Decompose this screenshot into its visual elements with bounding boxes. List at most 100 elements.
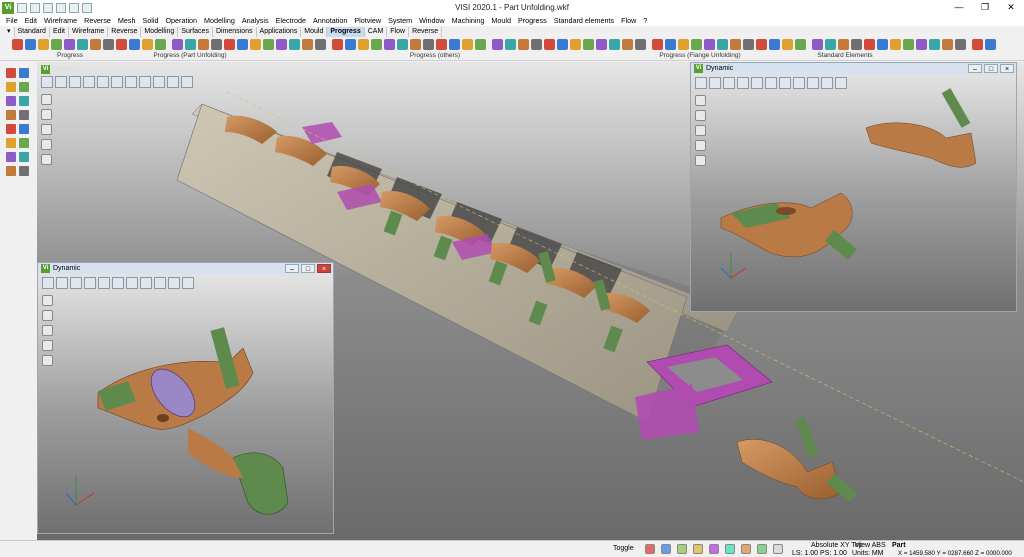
toolbar-tool-icon[interactable] [903, 39, 914, 50]
view-abs[interactable]: View ABS [855, 542, 886, 549]
toolbar-tool-icon[interactable] [795, 39, 806, 50]
toolbar-tool-icon[interactable] [890, 39, 901, 50]
toolbar-tool-icon[interactable] [717, 39, 728, 50]
toolbar-tool-icon[interactable] [665, 39, 676, 50]
tab-dropdown-icon[interactable]: ▾ [4, 26, 15, 37]
toolbar-tool-icon[interactable] [172, 39, 183, 50]
menu-help[interactable]: ? [643, 16, 647, 25]
tab-reverse-2[interactable]: Reverse [409, 26, 443, 37]
toolbar-tool-icon[interactable] [678, 39, 689, 50]
left-tool-icon[interactable] [6, 68, 16, 78]
left-tool-icon[interactable] [6, 124, 16, 134]
menu-wireframe[interactable]: Wireframe [44, 16, 77, 25]
toolbar-tool-icon[interactable] [544, 39, 555, 50]
toolbar-tool-icon[interactable] [142, 39, 153, 50]
toolbar-tool-icon[interactable] [877, 39, 888, 50]
menu-edit[interactable]: Edit [25, 16, 37, 25]
toolbar-tool-icon[interactable] [302, 39, 313, 50]
ortho-icon[interactable] [677, 544, 687, 554]
grid-icon[interactable] [661, 544, 671, 554]
tab-surfaces[interactable]: Surfaces [178, 26, 213, 37]
toolbar-tool-icon[interactable] [557, 39, 568, 50]
toolbar-tool-icon[interactable] [358, 39, 369, 50]
menu-annotation[interactable]: Annotation [313, 16, 347, 25]
layer-2-icon[interactable] [41, 109, 52, 120]
toolbar-tool-icon[interactable] [64, 39, 75, 50]
toolbar-tool-icon[interactable] [756, 39, 767, 50]
left-tool-icon[interactable] [6, 96, 16, 106]
view-cube-icon[interactable] [97, 76, 109, 88]
left-tool-icon[interactable] [6, 82, 16, 92]
toolbar-tool-icon[interactable] [596, 39, 607, 50]
tab-wireframe[interactable]: Wireframe [69, 26, 109, 37]
toolbar-tool-icon[interactable] [972, 39, 983, 50]
menu-modelling[interactable]: Modelling [204, 16, 235, 25]
tab-dimensions[interactable]: Dimensions [213, 26, 257, 37]
toolbar-tool-icon[interactable] [90, 39, 101, 50]
toolbar-tool-icon[interactable] [51, 39, 62, 50]
tab-applications[interactable]: Applications [257, 26, 302, 37]
left-tool-icon[interactable] [19, 110, 29, 120]
toolbar-tool-icon[interactable] [838, 39, 849, 50]
toolbar-tool-icon[interactable] [315, 39, 326, 50]
toolbar-tool-icon[interactable] [929, 39, 940, 50]
menu-solid[interactable]: Solid [142, 16, 158, 25]
toolbar-tool-icon[interactable] [129, 39, 140, 50]
view-cube-6-icon[interactable] [167, 76, 179, 88]
maximize-button[interactable]: ❐ [972, 0, 998, 15]
layer-4-icon[interactable] [41, 139, 52, 150]
menu-standard-elements[interactable]: Standard elements [554, 16, 614, 25]
left-tool-icon[interactable] [19, 82, 29, 92]
toolbar-tool-icon[interactable] [185, 39, 196, 50]
view-iso-icon[interactable] [181, 76, 193, 88]
toolbar-tool-icon[interactable] [769, 39, 780, 50]
left-tool-icon[interactable] [6, 110, 16, 120]
left-tool-icon[interactable] [19, 166, 29, 176]
toolbar-tool-icon[interactable] [332, 39, 343, 50]
floating-view-right[interactable]: Vi Dynamic – □ × [690, 62, 1017, 312]
menu-mould[interactable]: Mould [491, 16, 511, 25]
menu-operation[interactable]: Operation [165, 16, 197, 25]
toolbar-tool-icon[interactable] [955, 39, 966, 50]
left-tool-icon[interactable] [6, 166, 16, 176]
layer-filter-icon[interactable] [725, 544, 735, 554]
toolbar-tool-icon[interactable] [583, 39, 594, 50]
tab-mould[interactable]: Mould [301, 26, 328, 37]
toolbar-tool-icon[interactable] [276, 39, 287, 50]
menu-flow[interactable]: Flow [621, 16, 636, 25]
toolbar-tool-icon[interactable] [864, 39, 875, 50]
menu-electrode[interactable]: Electrode [276, 16, 306, 25]
toolbar-tool-icon[interactable] [237, 39, 248, 50]
toolbar-tool-icon[interactable] [38, 39, 49, 50]
toolbar-tool-icon[interactable] [609, 39, 620, 50]
toggle-button[interactable]: Toggle [613, 545, 634, 552]
toolbar-tool-icon[interactable] [462, 39, 473, 50]
toolbar-tool-icon[interactable] [635, 39, 646, 50]
minimize-button[interactable]: — [946, 0, 972, 15]
toolbar-tool-icon[interactable] [652, 39, 663, 50]
tab-cam[interactable]: CAM [365, 26, 388, 37]
toolbar-tool-icon[interactable] [250, 39, 261, 50]
polar-icon[interactable] [693, 544, 703, 554]
menu-reverse[interactable]: Reverse [84, 16, 111, 25]
left-tool-icon[interactable] [19, 96, 29, 106]
toolbar-tool-icon[interactable] [730, 39, 741, 50]
toolbar-tool-icon[interactable] [116, 39, 127, 50]
toolbar-tool-icon[interactable] [916, 39, 927, 50]
menu-file[interactable]: File [6, 16, 18, 25]
toolbar-tool-icon[interactable] [289, 39, 300, 50]
toolbar-tool-icon[interactable] [531, 39, 542, 50]
tab-progress[interactable]: Progress [327, 26, 365, 37]
view-menu-icon[interactable] [41, 76, 53, 88]
view-cube-3-icon[interactable] [125, 76, 137, 88]
menu-machining[interactable]: Machining [452, 16, 485, 25]
tracking-icon[interactable] [709, 544, 719, 554]
toolbar-tool-icon[interactable] [825, 39, 836, 50]
menu-progress[interactable]: Progress [518, 16, 547, 25]
toolbar-tool-icon[interactable] [345, 39, 356, 50]
toolbar-tool-icon[interactable] [224, 39, 235, 50]
menu-plotview[interactable]: Plotview [354, 16, 381, 25]
view-cube-2-icon[interactable] [111, 76, 123, 88]
tab-standard[interactable]: Standard [15, 26, 50, 37]
toolbar-tool-icon[interactable] [25, 39, 36, 50]
